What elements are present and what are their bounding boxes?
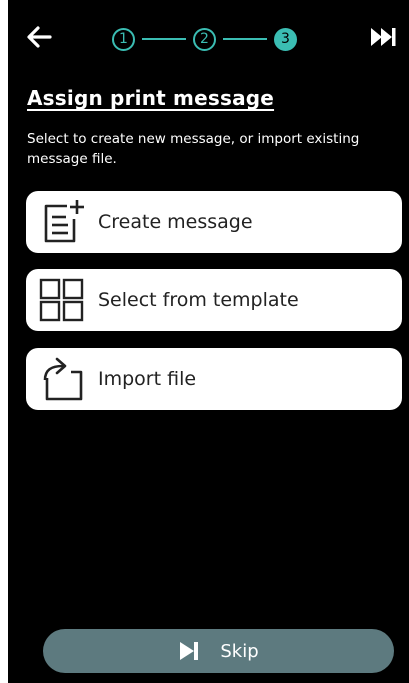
- page-description: Select to create new message, or import …: [27, 131, 360, 167]
- arrow-left-icon: [26, 26, 52, 52]
- select-from-template-label: Select from template: [98, 289, 299, 311]
- step-2-indicator: 2: [193, 27, 216, 51]
- import-file-button[interactable]: Import file: [26, 348, 402, 410]
- page-title: Assign print message: [27, 86, 275, 110]
- step-connector: [142, 38, 186, 40]
- create-message-label: Create message: [98, 211, 253, 233]
- skip-all-button[interactable]: [365, 23, 401, 55]
- skip-next-icon: [178, 640, 200, 662]
- template-grid-icon: [36, 276, 88, 324]
- import-file-label: Import file: [98, 368, 197, 390]
- fast-forward-icon: [369, 26, 397, 52]
- select-from-template-button[interactable]: Select from template: [26, 269, 402, 331]
- progress-stepper: 1 2 3: [112, 24, 297, 54]
- skip-label: Skip: [220, 640, 259, 662]
- new-document-icon: [36, 198, 88, 246]
- import-file-icon: [36, 355, 88, 403]
- step-1-indicator: 1: [112, 27, 135, 51]
- top-bar: 1 2 3: [8, 17, 409, 61]
- back-button[interactable]: [20, 23, 58, 55]
- screen: 1 2 3 Assign print message Select to cre…: [8, 0, 409, 683]
- step-connector: [223, 38, 267, 40]
- create-message-button[interactable]: Create message: [26, 191, 402, 253]
- step-3-indicator: 3: [274, 27, 297, 51]
- skip-button[interactable]: Skip: [43, 629, 394, 673]
